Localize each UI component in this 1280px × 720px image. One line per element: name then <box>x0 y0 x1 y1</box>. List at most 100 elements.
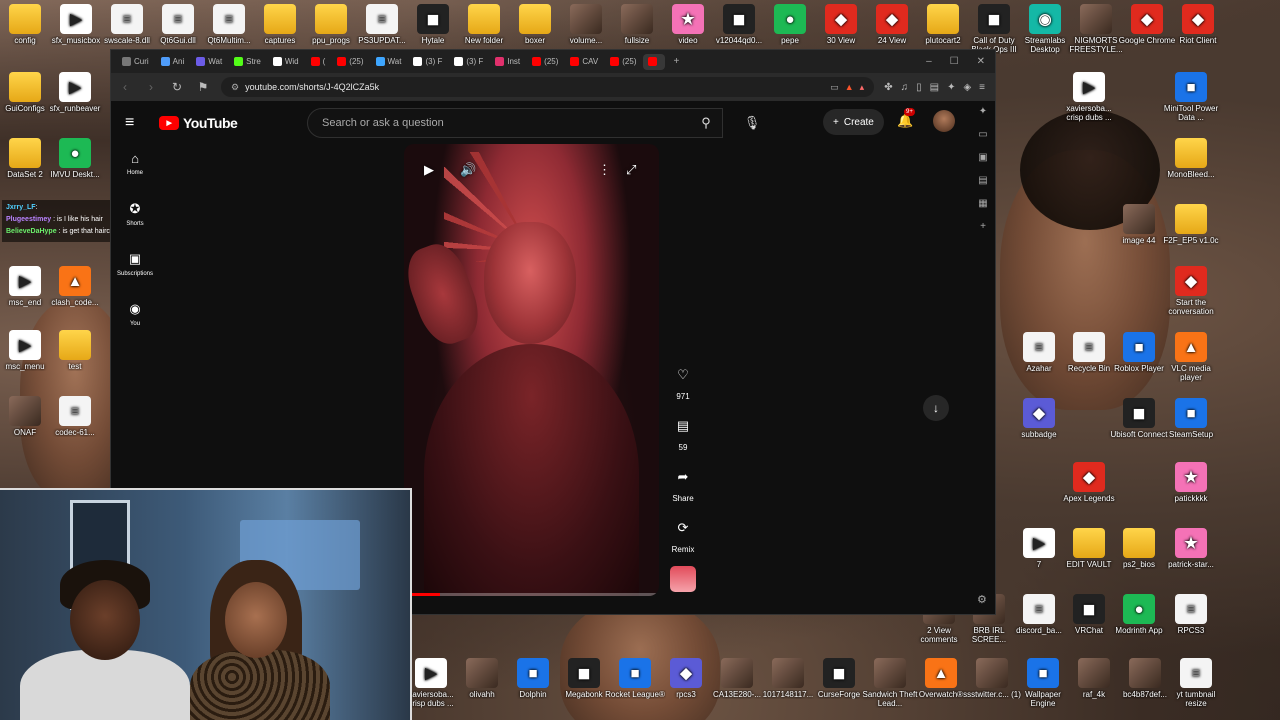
sidebar-item-home[interactable]: ⌂ Home <box>111 145 159 195</box>
add-panel-icon[interactable]: + <box>980 221 986 232</box>
desktop-icon[interactable]: ▶ xaviersoba... crisp dubs ... <box>1060 72 1118 130</box>
browser-menu-icon[interactable]: ≡ <box>979 82 985 93</box>
comments-button[interactable]: ▤ <box>668 411 698 441</box>
desktop-icon[interactable]: ▲ VLC media player <box>1162 332 1220 390</box>
desktop-icon[interactable]: ps2_bios <box>1110 528 1168 586</box>
like-button[interactable]: ♡ <box>668 360 698 390</box>
desktop-icon[interactable]: ≡ codec-61... <box>46 396 104 454</box>
fullscreen-icon[interactable]: ⤢ <box>626 162 636 178</box>
browser-tab[interactable]: (25) <box>527 54 563 70</box>
side-panel-settings-icon[interactable]: ⚙ <box>977 593 987 606</box>
browser-tab[interactable]: Wat <box>371 54 407 70</box>
sidebar-item-subscriptions[interactable]: ▣ Subscriptions <box>111 245 159 295</box>
back-button[interactable]: ‹ <box>117 80 133 94</box>
browser-tab[interactable]: CAV <box>565 54 603 70</box>
desktop-icon[interactable]: ▶ sfx_runbeaver <box>46 72 104 130</box>
desktop-icon[interactable]: MonoBleed... <box>1162 138 1220 196</box>
close-window-button[interactable]: ✕ <box>977 56 985 67</box>
maximize-button[interactable]: ☐ <box>950 56 959 67</box>
desktop-icon[interactable]: CA13E280-... <box>708 658 766 716</box>
sound-thumbnail[interactable] <box>670 566 696 592</box>
desktop-icon[interactable]: ◆ Google Chrome <box>1118 4 1176 62</box>
more-options-icon[interactable]: ⋮ <box>598 162 611 178</box>
desktop-icon[interactable]: ▲ clash_code... <box>46 266 104 324</box>
media-icon[interactable]: ♫ <box>901 82 909 93</box>
desktop-icon[interactable]: ● Modrinth App <box>1110 594 1168 652</box>
desktop-icon[interactable]: olivahh <box>453 658 511 716</box>
search-button[interactable]: ⚲ <box>693 108 719 138</box>
sidebar-item-shorts[interactable]: ✪ Shorts <box>111 195 159 245</box>
desktop-icon[interactable]: 1017148117... <box>759 658 817 716</box>
create-button[interactable]: + Create <box>823 109 884 135</box>
browser-tab[interactable]: Stre <box>229 54 266 70</box>
hamburger-menu-icon[interactable]: ≡ <box>125 114 145 132</box>
reading-list-icon[interactable]: ▦ <box>978 198 987 209</box>
browser-tab[interactable]: Ani <box>156 54 190 70</box>
desktop-icon[interactable]: ■ Dolphin <box>504 658 562 716</box>
wallet-icon[interactable]: ▤ <box>930 82 939 93</box>
youtube-logo[interactable]: ▶ YouTube <box>159 115 238 131</box>
desktop-icon[interactable]: ◆ Riot Client <box>1169 4 1227 62</box>
browser-tab[interactable]: (3) F <box>408 54 447 70</box>
desktop-icon[interactable]: ◆ Start the conversation <box>1162 266 1220 324</box>
play-icon[interactable]: ▶ <box>424 162 434 178</box>
browser-tab[interactable]: ( <box>306 54 331 70</box>
desktop-icon[interactable]: ▶ sfx_musicbox <box>47 4 105 62</box>
leo-icon[interactable]: ✦ <box>979 106 987 117</box>
shorts-video-player[interactable]: ▶ 🔊 ⋮ ⤢ <box>404 144 659 596</box>
forward-button[interactable]: › <box>143 80 159 94</box>
voice-search-button[interactable]: 🎙 <box>737 108 767 138</box>
leo-icon[interactable]: ✦ <box>947 82 955 93</box>
vpn-icon[interactable]: ◈ <box>963 82 971 93</box>
desktop-icon[interactable]: Sandwich Theft Lead... <box>861 658 919 716</box>
browser-tab[interactable]: Wat <box>191 54 227 70</box>
desktop-icon[interactable]: ≡ RPCS3 <box>1162 594 1220 652</box>
desktop-icon[interactable]: ■ MiniTool Power Data ... <box>1162 72 1220 130</box>
sidebar-item-you[interactable]: ◉ You <box>111 295 159 345</box>
desktop-icon[interactable]: ★ patickkkk <box>1162 462 1220 520</box>
video-progress-bar[interactable] <box>404 593 659 596</box>
desktop-icon[interactable]: raf_4k <box>1065 658 1123 716</box>
brave-shields-icon[interactable]: ▲ <box>845 82 854 92</box>
browser-tab[interactable]: Inst <box>490 54 525 70</box>
new-tab-button[interactable]: + <box>673 56 679 67</box>
share-button[interactable]: ➦ <box>668 462 698 492</box>
search-input[interactable]: Search or ask a question <box>307 108 723 138</box>
desktop-icon[interactable]: ◼ Megabonk <box>555 658 613 716</box>
desktop-icon[interactable]: NIGMORTS FREESTYLE... <box>1067 4 1125 62</box>
desktop-icon[interactable]: ■ Wallpaper Engine <box>1014 658 1072 716</box>
bookmark-icon[interactable]: ⚑ <box>195 80 211 94</box>
wallet-panel-icon[interactable]: ▣ <box>978 152 987 163</box>
volume-icon[interactable]: 🔊 <box>460 162 476 178</box>
desktop-icon[interactable]: image 44 <box>1110 204 1168 262</box>
desktop-icon[interactable]: ■ Rocket League® <box>605 658 665 716</box>
remix-button[interactable]: ⟳ <box>668 513 698 543</box>
next-short-button[interactable]: ↓ <box>923 395 949 421</box>
bookmarks-panel-icon[interactable]: ▤ <box>978 175 987 186</box>
browser-tab[interactable]: (25) <box>332 54 368 70</box>
desktop-icon[interactable]: ◆ rpcs3 <box>657 658 715 716</box>
desktop-icon[interactable]: ● IMVU Deskt... <box>46 138 104 196</box>
desktop-icon[interactable]: ★ patrick-star... <box>1162 528 1220 586</box>
site-info-icon[interactable]: ⚙ <box>231 82 239 93</box>
install-app-icon[interactable]: ▭ <box>830 82 839 93</box>
desktop-icon[interactable]: test <box>46 330 104 388</box>
notifications-button[interactable]: 🔔 9+ <box>897 108 915 129</box>
reload-button[interactable]: ↻ <box>169 80 185 94</box>
sidebar-toggle-icon[interactable]: ▯ <box>916 82 922 93</box>
browser-tab[interactable]: Curi <box>117 54 154 70</box>
desktop-icon[interactable]: ≡ yt tumbnail resize <box>1167 658 1225 716</box>
avatar[interactable] <box>933 110 955 132</box>
brave-rewards-icon[interactable]: ▴ <box>860 82 865 93</box>
browser-tab[interactable] <box>643 53 666 70</box>
desktop-icon[interactable]: ◆ Apex Legends <box>1060 462 1118 520</box>
desktop-icon[interactable]: ▲ Overwatch® <box>912 658 970 716</box>
browser-tab[interactable]: (25) <box>605 54 641 70</box>
desktop-icon[interactable]: ◼ Ubisoft Connect <box>1110 398 1168 456</box>
desktop-icon[interactable]: config <box>0 4 54 62</box>
extensions-icon[interactable]: ✤ <box>884 82 892 93</box>
browser-tab[interactable]: (3) F <box>449 54 488 70</box>
desktop-icon[interactable]: F2F_EP5 v1.0c <box>1162 204 1220 262</box>
minimize-button[interactable]: – <box>926 56 932 67</box>
url-field[interactable]: ⚙ youtube.com/shorts/J-4Q2lCZa5k ▭ ▲ ▴ <box>221 77 875 97</box>
